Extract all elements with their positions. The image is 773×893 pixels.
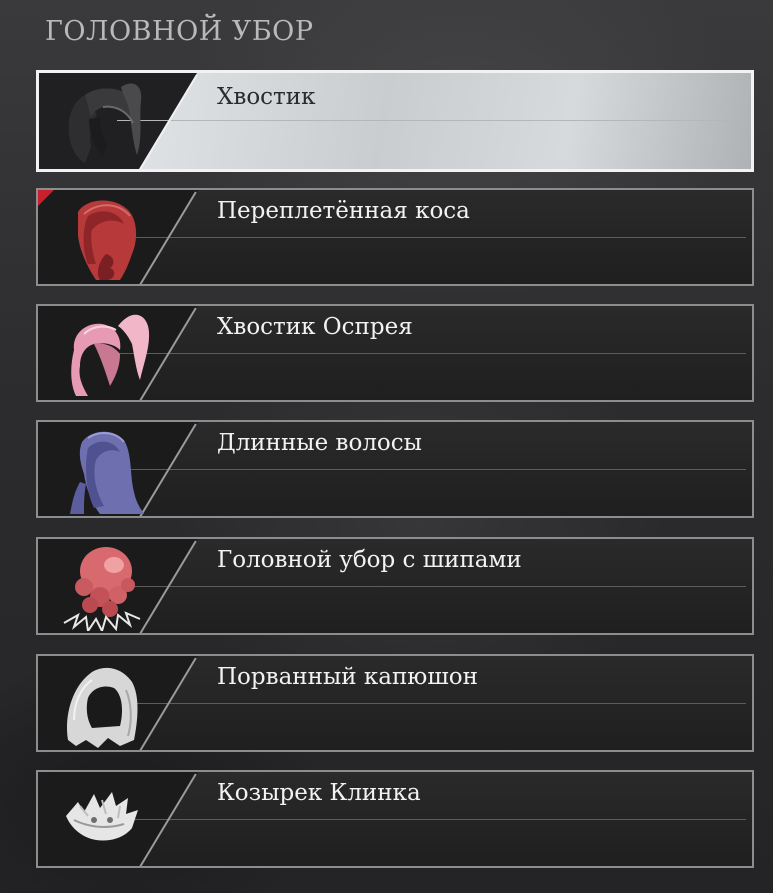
item-divider [116, 469, 746, 470]
headgear-item-spiked[interactable]: Головной убор с шипами [36, 537, 754, 635]
headgear-item-blade-visor[interactable]: Козырек Клинка [36, 770, 754, 868]
long-hair-icon [70, 431, 144, 514]
pink-ponytail-hair-icon [71, 314, 150, 396]
spiked-headgear-icon [63, 547, 141, 631]
item-divider [116, 703, 746, 704]
item-label: Переплетённая коса [217, 198, 470, 224]
headgear-item-ponytail[interactable]: Хвостик [36, 70, 754, 172]
item-label: Длинные волосы [217, 430, 422, 456]
item-label: Козырек Клинка [217, 780, 421, 806]
headgear-item-long-hair[interactable]: Длинные волосы [36, 420, 754, 518]
item-divider [116, 237, 746, 238]
new-item-indicator [38, 190, 54, 206]
item-divider [116, 353, 746, 354]
item-divider [116, 586, 746, 587]
torn-hood-icon [67, 667, 138, 748]
item-label: Порванный капюшон [217, 664, 478, 690]
headgear-item-braided[interactable]: Переплетённая коса [36, 188, 754, 286]
item-divider [116, 819, 746, 820]
ponytail-hair-icon [68, 83, 142, 163]
headgear-item-osprey-ponytail[interactable]: Хвостик Оспрея [36, 304, 754, 402]
section-title: ГОЛОВНОЙ УБОР [45, 16, 314, 47]
item-label: Хвостик [217, 84, 316, 110]
blade-visor-icon [66, 792, 138, 841]
item-divider [117, 120, 745, 121]
headgear-item-torn-hood[interactable]: Порванный капюшон [36, 654, 754, 752]
item-label: Головной убор с шипами [217, 547, 522, 573]
braided-hair-icon [78, 200, 137, 280]
item-label: Хвостик Оспрея [217, 314, 413, 340]
